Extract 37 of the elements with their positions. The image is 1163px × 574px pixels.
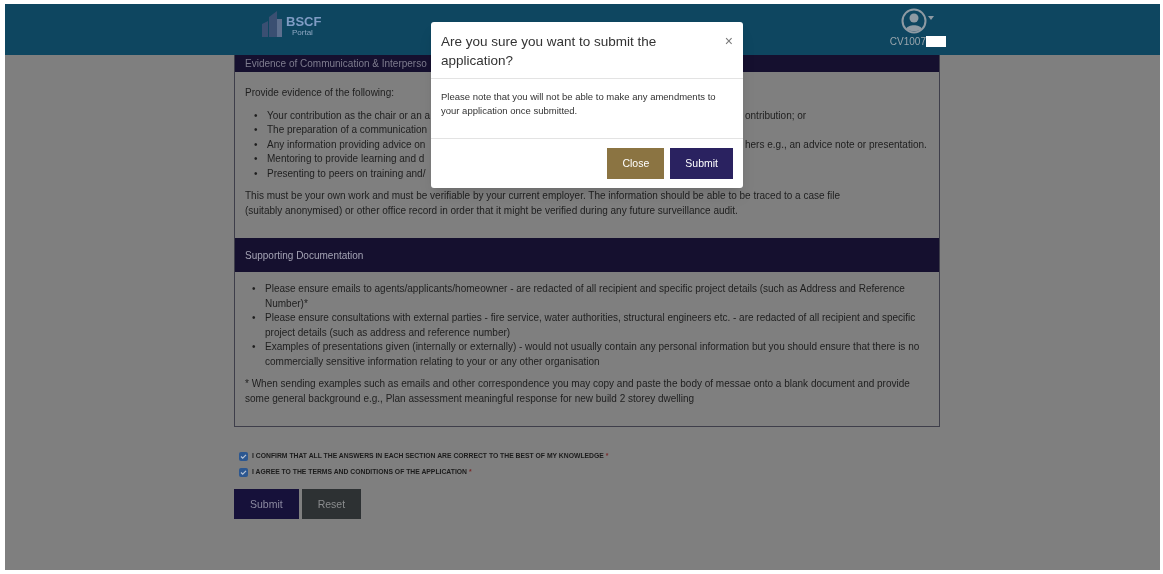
bullet-icon: • [252, 282, 256, 297]
user-avatar-icon[interactable] [901, 8, 928, 34]
note-text: This must be your own work and must be verifiable by your current employer. The information should be able to be traced to a case file (suitably anonymised) or other office record in order that it might be verified during any future surveillance audit. [245, 189, 842, 218]
checkbox[interactable] [239, 451, 248, 461]
bullet-text: hers e.g., an advice note or presentation. [745, 137, 927, 152]
bullet-text: Any information providing advice on [267, 137, 426, 152]
submit-button[interactable]: Submit [670, 148, 733, 179]
bullet-icon: • [254, 152, 258, 167]
submit-button[interactable]: Submit [234, 489, 299, 520]
bullet-text: Examples of presentations given (internally or externally) - would not usually contain any personal information but you should ensure that there is no commercially sensitive information relating to your or any other organisation [265, 341, 920, 367]
checkbox[interactable] [239, 467, 248, 477]
bullet-text: Presenting to peers on training and/ [267, 166, 426, 181]
reset-button[interactable]: Reset [301, 489, 362, 520]
bullet-text: Please ensure consultations with external parties - fire service, water authorities, structural engineers etc. - are redacted of all recipient and specific project details (such as address and reference number) [265, 312, 916, 338]
bullet-text: Please ensure emails to agents/applicants/homeowner - are redacted of all recipient and specific project details (such as Address and Reference Number)* [265, 283, 905, 309]
bullet-icon: • [254, 166, 258, 181]
bullet-text: The preparation of a communication [267, 123, 428, 137]
close-button[interactable]: Close [607, 148, 665, 179]
user-id: CV1007 [889, 35, 926, 49]
caret-icon[interactable] [928, 16, 935, 20]
logo-text: BSCF [286, 15, 322, 28]
intro-text: Provide evidence of the following: [245, 86, 394, 100]
close-button[interactable]: × [724, 34, 733, 48]
bullet-icon: • [254, 108, 258, 123]
note-text: * When sending examples such as emails and other correspondence you may copy and paste the body of messae onto a blank document and provide some general background e.g., Plan assessment meaningful response for new build 2 storey dwelling [245, 377, 911, 406]
bullet-icon: • [252, 311, 256, 326]
bullet-text: Your contribution as the chair or an a [267, 108, 431, 123]
logo-subtitle: Portal [292, 29, 314, 37]
bullet-icon: • [254, 123, 258, 138]
building-logo-icon [261, 11, 283, 37]
bullet-icon: • [252, 340, 256, 355]
bullet-text: Mentoring to provide learning and d [267, 152, 425, 166]
redaction-block [926, 36, 946, 47]
bullet-text: ontribution; or [745, 108, 807, 123]
dialog-message: Please note that you will not be able to make any amendments to your application once submitted. [441, 90, 717, 118]
bullet-icon: • [254, 137, 258, 152]
section-header: Supporting Documentation [235, 238, 939, 272]
